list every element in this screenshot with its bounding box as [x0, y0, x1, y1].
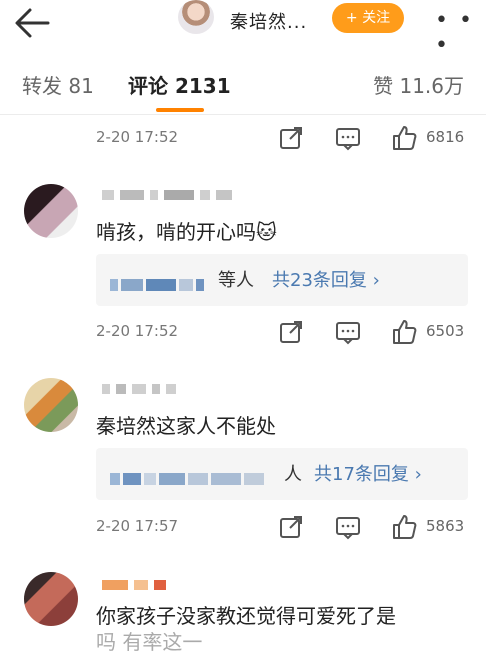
profile-avatar[interactable]	[178, 0, 214, 34]
comment-text-continued: 吗 有率这一	[96, 630, 203, 654]
reply-count-link[interactable]: 共17条回复 ›	[314, 460, 422, 486]
page-title[interactable]: 秦培然...	[230, 8, 307, 34]
follow-button[interactable]: + 关注	[332, 3, 404, 33]
reply-preview[interactable]: 人 共17条回复 ›	[96, 448, 468, 500]
thumbs-up-icon[interactable]	[390, 124, 418, 152]
comment-meta-row: 2-20 17:52 6503	[96, 318, 476, 348]
reply-count-link[interactable]: 共23条回复 ›	[272, 266, 380, 292]
cat-emoji: 🐱	[256, 220, 277, 244]
username-blurred[interactable]	[102, 574, 172, 590]
like-count: 6503	[426, 322, 465, 340]
comment-icon[interactable]	[334, 318, 362, 346]
top-bar: 秦培然... + 关注 • • •	[0, 0, 486, 58]
avatar[interactable]	[24, 184, 78, 238]
comment-text: 秦培然这家人不能处	[96, 414, 276, 438]
avatar[interactable]	[24, 378, 78, 432]
thumbs-up-icon[interactable]	[390, 318, 418, 346]
comment-time: 2-20 17:57	[96, 517, 179, 535]
tab-likes[interactable]: 赞 11.6万	[373, 70, 464, 99]
username-blurred[interactable]	[102, 184, 238, 200]
thumbs-up-icon[interactable]	[390, 513, 418, 541]
tab-bar: 转发 81 评论 2131 赞 11.6万	[0, 52, 486, 115]
back-arrow-icon[interactable]	[12, 6, 52, 40]
tab-repost[interactable]: 转发 81	[22, 70, 94, 99]
comment-icon[interactable]	[334, 124, 362, 152]
more-icon[interactable]: • • •	[435, 8, 486, 58]
username-blurred[interactable]	[102, 378, 182, 394]
comment-text: 你家孩子没家教还觉得可爱死了是	[96, 604, 396, 628]
like-count: 6816	[426, 128, 465, 146]
active-tab-indicator	[156, 108, 204, 112]
share-icon[interactable]	[277, 318, 305, 346]
comment-time: 2-20 17:52	[96, 128, 179, 146]
comment-time: 2-20 17:52	[96, 322, 179, 340]
tab-comments[interactable]: 评论 2131	[128, 70, 231, 99]
comment-meta-row: 2-20 17:57 5863	[96, 513, 476, 543]
comment-meta-row: 2-20 17:52 6816	[96, 124, 476, 154]
reply-users-suffix: 人	[284, 464, 302, 485]
comment-text-content: 啃孩，啃的开心吗	[96, 220, 256, 244]
avatar[interactable]	[24, 572, 78, 626]
comment-icon[interactable]	[334, 513, 362, 541]
share-icon[interactable]	[277, 513, 305, 541]
like-count: 5863	[426, 517, 465, 535]
reply-users-blurred	[110, 468, 267, 485]
share-icon[interactable]	[277, 124, 305, 152]
comment-text: 啃孩，啃的开心吗🐱	[96, 216, 277, 245]
reply-users-suffix: 等人	[218, 270, 254, 291]
reply-users-blurred	[110, 274, 207, 291]
reply-preview[interactable]: 等人 共23条回复 ›	[96, 254, 468, 306]
